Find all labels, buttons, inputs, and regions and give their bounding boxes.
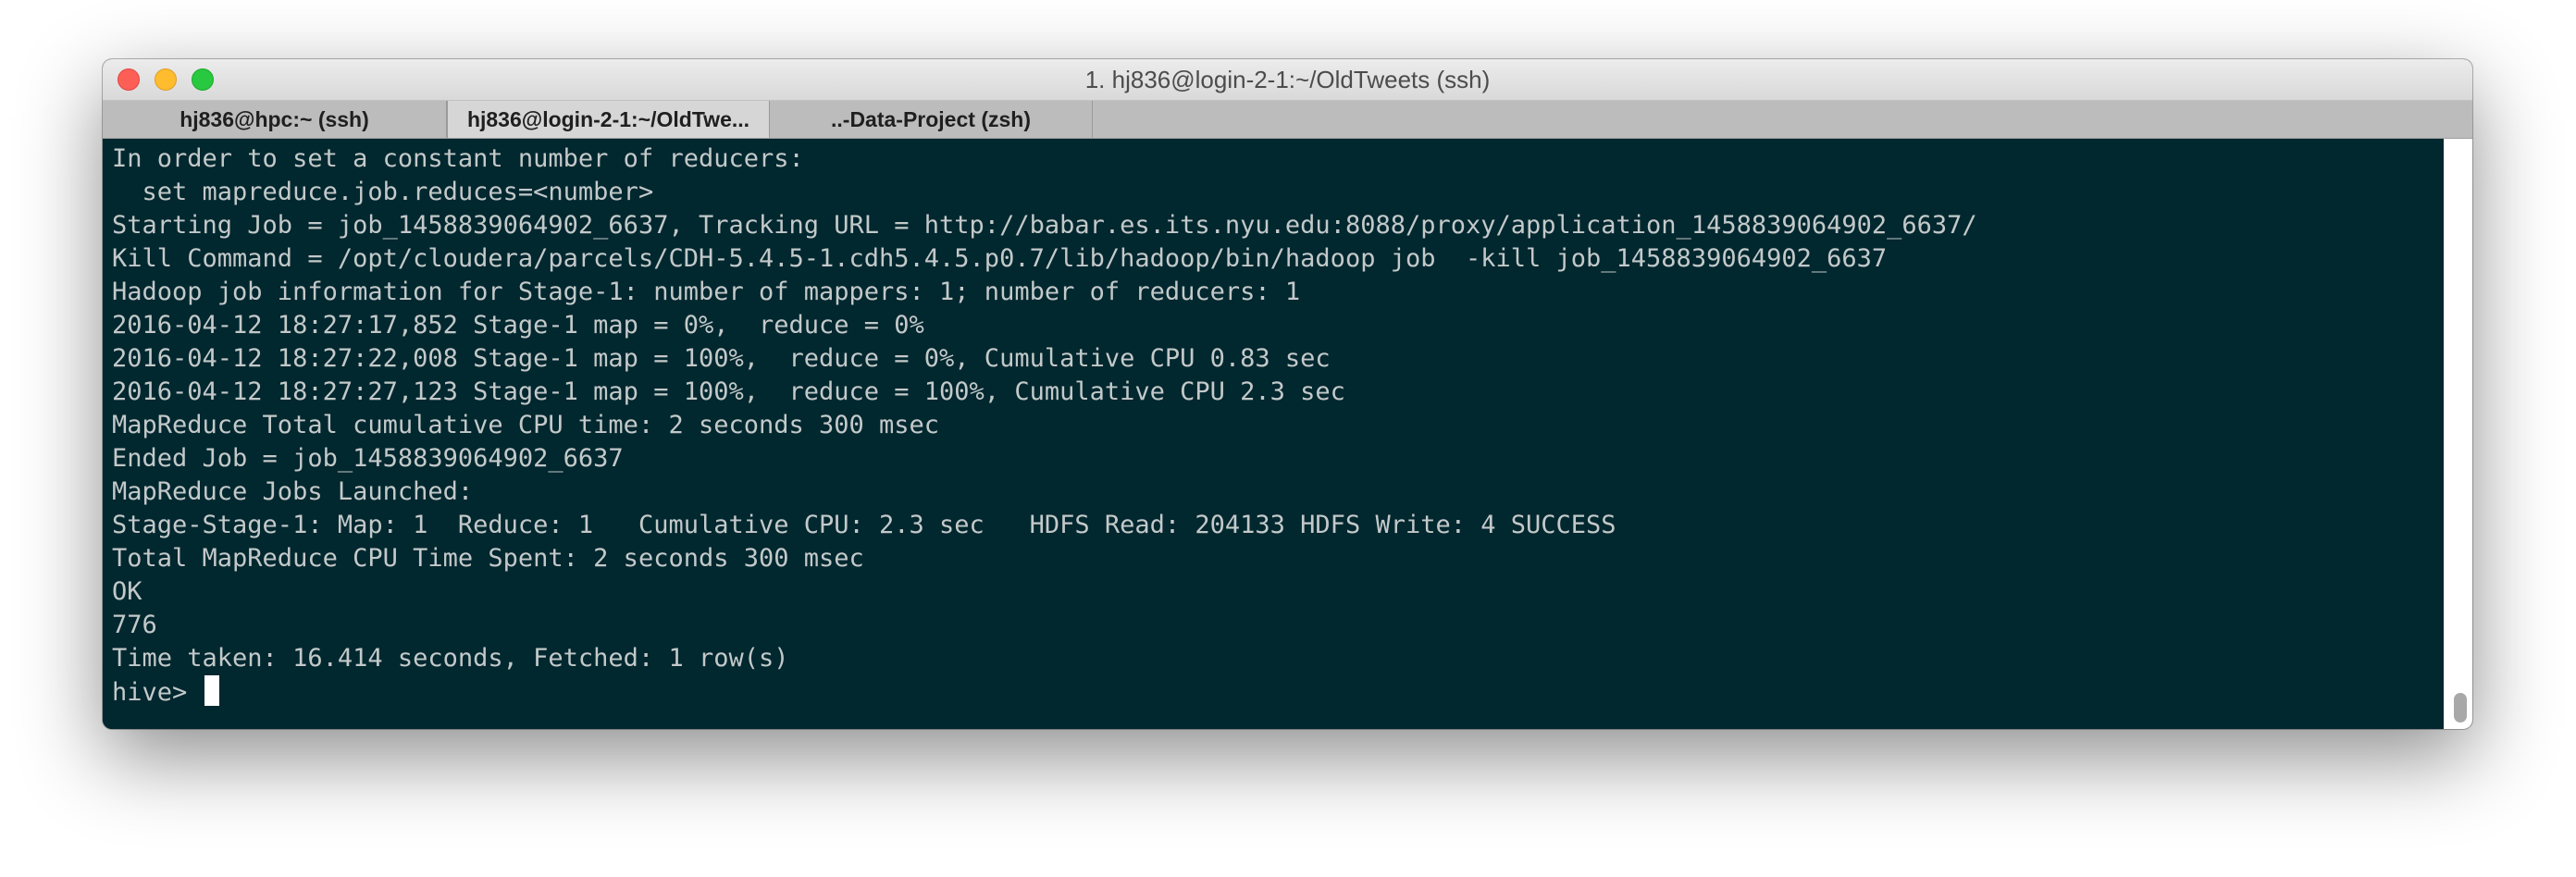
terminal-output[interactable]: In order to set a constant number of red… <box>103 139 2444 729</box>
tab-login-oldtweets-active[interactable]: hj836@login-2-1:~/OldTwe... <box>447 101 770 138</box>
window-title: 1. hj836@login-2-1:~/OldTweets (ssh) <box>1084 66 1491 93</box>
terminal-window: 1. hj836@login-2-1:~/OldTweets (ssh) hj8… <box>103 59 2472 729</box>
terminal-line: Time taken: 16.414 seconds, Fetched: 1 r… <box>112 644 789 673</box>
terminal-line: 2016-04-12 18:27:17,852 Stage-1 map = 0%… <box>112 311 924 340</box>
terminal-line: MapReduce Jobs Launched: <box>112 477 474 506</box>
terminal-line: 2016-04-12 18:27:22,008 Stage-1 map = 10… <box>112 344 1331 373</box>
terminal-line: Stage-Stage-1: Map: 1 Reduce: 1 Cumulati… <box>112 511 1616 539</box>
title-bar[interactable]: 1. hj836@login-2-1:~/OldTweets (ssh) <box>103 59 2472 101</box>
hive-prompt: hive> <box>112 678 203 707</box>
terminal-line: 776 <box>112 611 157 639</box>
terminal-line: OK <box>112 577 142 606</box>
terminal-line: In order to set a constant number of red… <box>112 144 804 173</box>
tab-hpc-ssh[interactable]: hj836@hpc:~ (ssh) <box>103 101 447 138</box>
prompt-line[interactable]: hive> <box>112 675 2444 709</box>
terminal-line: Kill Command = /opt/cloudera/parcels/CDH… <box>112 244 1888 273</box>
terminal-line: set mapreduce.job.reduces=<number> <box>112 178 654 206</box>
tab-bar: hj836@hpc:~ (ssh) hj836@login-2-1:~/OldT… <box>103 101 2472 139</box>
terminal-line: Starting Job = job_1458839064902_6637, T… <box>112 211 1977 240</box>
terminal-line: MapReduce Total cumulative CPU time: 2 s… <box>112 411 940 439</box>
scrollbar[interactable] <box>2444 139 2472 729</box>
terminal-line: Total MapReduce CPU Time Spent: 2 second… <box>112 544 864 573</box>
terminal-line: 2016-04-12 18:27:27,123 Stage-1 map = 10… <box>112 377 1345 406</box>
tab-data-project-zsh[interactable]: ..-Data-Project (zsh) <box>770 101 1093 138</box>
terminal-line: Ended Job = job_1458839064902_6637 <box>112 444 624 473</box>
scrollbar-thumb[interactable] <box>2454 693 2467 723</box>
terminal-line: Hadoop job information for Stage-1: numb… <box>112 278 1301 306</box>
text-cursor <box>204 675 219 706</box>
